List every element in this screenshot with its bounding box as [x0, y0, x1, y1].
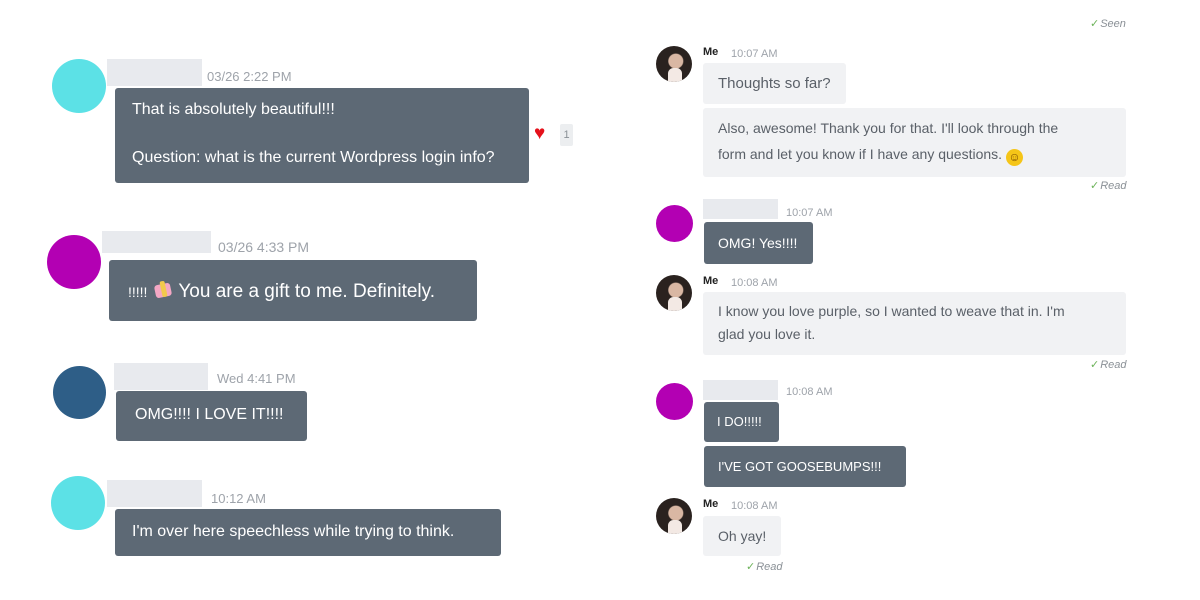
message-content: !!!!! You are a gift to me. Definitely. [128, 279, 435, 303]
read-status: ✓Read [746, 561, 783, 573]
sender-name: Me [703, 275, 719, 287]
avatar[interactable] [51, 476, 105, 530]
my-avatar[interactable] [656, 275, 692, 311]
message-timestamp: 10:07 AM [731, 48, 778, 60]
message-timestamp: 03/26 4:33 PM [218, 239, 310, 255]
gift-heart-emoji-icon [152, 279, 174, 299]
sender-name-placeholder [703, 199, 778, 219]
avatar[interactable] [656, 383, 693, 420]
sender-name-placeholder [107, 480, 202, 507]
seen-status: ✓Seen [1090, 17, 1126, 27]
checkmark-icon: ✓ [1090, 180, 1100, 192]
sender-name-placeholder [102, 231, 211, 253]
message-bubble[interactable]: I'VE GOT GOOSEBUMPS!!! [704, 446, 906, 487]
message-line: form and let you know if I have any ques… [718, 146, 1024, 166]
message-text: OMG! Yes!!!! [718, 235, 798, 251]
heart-reaction-icon[interactable]: ♥ [534, 124, 545, 143]
message-text: form and let you know if I have any ques… [718, 146, 1003, 162]
message-bubble[interactable]: I'm over here speechless while trying to… [115, 509, 501, 556]
message-text: Oh yay! [718, 528, 767, 544]
read-status: ✓Read [1090, 180, 1127, 192]
message-bubble[interactable]: Thoughts so far? [703, 63, 846, 104]
message-bubble[interactable]: OMG! Yes!!!! [704, 222, 813, 264]
smiley-emoji-icon: ☺ [1006, 149, 1024, 166]
message-timestamp: Wed 4:41 PM [217, 371, 296, 386]
message-text: I'VE GOT GOOSEBUMPS!!! [718, 459, 882, 474]
sender-name: Me [703, 46, 719, 58]
message-text: You are a gift to me. Definitely. [178, 281, 435, 302]
message-bubble[interactable]: Oh yay! [703, 516, 781, 556]
message-prefix: !!!!! [128, 284, 148, 300]
message-bubble[interactable]: I know you love purple, so I wanted to w… [703, 292, 1126, 355]
read-status: ✓Read [1090, 359, 1127, 371]
message-timestamp: 10:08 AM [786, 386, 833, 398]
message-text: Thoughts so far? [718, 75, 831, 92]
message-text: That is absolutely beautiful!!! [132, 101, 335, 118]
checkmark-icon: ✓ [1090, 18, 1100, 27]
reaction-count: 1 [560, 124, 573, 146]
sender-name-placeholder [703, 380, 778, 400]
message-text: Also, awesome! Thank you for that. I'll … [718, 120, 1059, 136]
message-text: Question: what is the current Wordpress … [132, 149, 495, 166]
message-timestamp: 03/26 2:22 PM [207, 69, 292, 84]
message-text: OMG!!!! I LOVE IT!!!! [135, 406, 284, 423]
my-avatar[interactable] [656, 46, 692, 82]
message-timestamp: 10:08 AM [731, 277, 778, 289]
checkmark-icon: ✓ [1090, 359, 1100, 371]
avatar[interactable] [52, 59, 106, 113]
message-timestamp: 10:07 AM [786, 207, 833, 219]
message-bubble[interactable]: Also, awesome! Thank you for that. I'll … [703, 108, 1126, 177]
avatar[interactable] [47, 235, 101, 289]
message-timestamp: 10:08 AM [731, 500, 778, 512]
message-text: I know you love purple, so I wanted to w… [718, 303, 1065, 319]
message-bubble[interactable]: I DO!!!!! [704, 402, 779, 442]
message-text: I'm over here speechless while trying to… [132, 523, 455, 540]
message-bubble[interactable]: !!!!! You are a gift to me. Definitely. [109, 260, 477, 321]
checkmark-icon: ✓ [746, 561, 756, 573]
message-timestamp: 10:12 AM [211, 491, 266, 506]
my-avatar[interactable] [656, 498, 692, 534]
avatar[interactable] [53, 366, 106, 419]
message-bubble[interactable]: OMG!!!! I LOVE IT!!!! [116, 391, 307, 441]
message-bubble[interactable]: That is absolutely beautiful!!! Question… [115, 88, 529, 183]
sender-name-placeholder [107, 59, 202, 86]
sender-name: Me [703, 498, 719, 510]
message-text: glad you love it. [718, 326, 816, 342]
message-text: I DO!!!!! [717, 414, 762, 429]
avatar[interactable] [656, 205, 693, 242]
sender-name-placeholder [114, 363, 208, 390]
